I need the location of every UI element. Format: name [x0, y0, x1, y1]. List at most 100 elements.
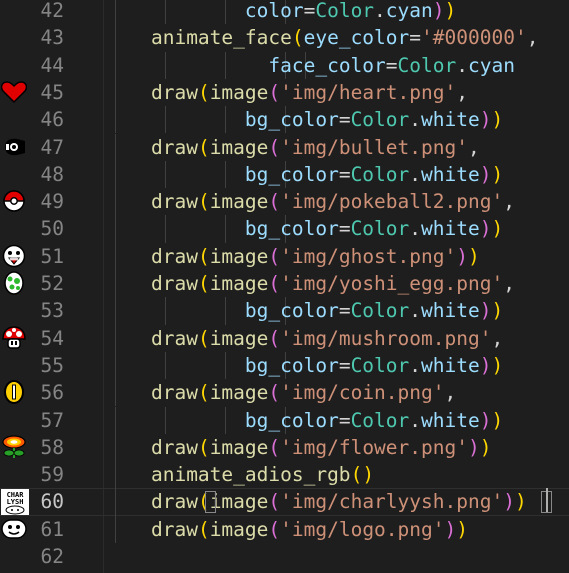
code-token: bg_color [244, 299, 339, 323]
code-token: ) [479, 162, 492, 186]
flower-icon [0, 434, 30, 461]
code-line-51[interactable]: 51 draw(image('img/ghost.png')) [0, 242, 569, 270]
code-token: ) [432, 0, 445, 22]
code-token: ( [268, 381, 281, 405]
line-number: 61 [40, 517, 64, 541]
code-token: ) [444, 517, 457, 541]
code-editor[interactable]: 42 color=Color.cyan)) 43 animate_face(eye… [0, 0, 569, 573]
code-token: image [209, 244, 269, 268]
code-line-49[interactable]: 49 draw(image('img/pokeball2.png', [0, 188, 569, 216]
code-line-46[interactable]: 46 bg_color=Color.white)) [0, 106, 569, 134]
code-token: color [244, 0, 304, 22]
code-token: . [409, 353, 422, 377]
code-token: ) [444, 0, 457, 22]
code-token: 'img/charlyysh.png' [280, 490, 504, 514]
code-token: = [338, 217, 351, 241]
line-number: 62 [40, 545, 64, 568]
code-token: = [303, 0, 316, 22]
line-number: 49 [40, 190, 64, 214]
code-line-57[interactable]: 57 bg_color=Color.white)) [0, 406, 569, 434]
code-token: bg_color [244, 408, 339, 432]
code-text: bg_color=Color.white)) [104, 215, 503, 242]
code-token: Color [350, 108, 410, 132]
code-text: bg_color=Color.white)) [104, 161, 503, 188]
code-line-53[interactable]: 53 bg_color=Color.white)) [0, 297, 569, 325]
code-line-43[interactable]: 43 animate_face(eye_color='#000000', [0, 24, 569, 52]
code-token: ) [491, 408, 504, 432]
code-token: ( [197, 135, 210, 159]
code-token: draw [150, 80, 198, 104]
code-token: ) [491, 108, 504, 132]
line-number: 50 [40, 217, 64, 241]
code-line-55[interactable]: 55 bg_color=Color.white)) [0, 351, 569, 380]
code-token: ( [197, 80, 210, 104]
code-line-56[interactable]: 56 draw(image('img/coin.png', [0, 379, 569, 407]
code-token: cyan [385, 0, 433, 22]
code-token: image [209, 381, 269, 405]
code-token: image [209, 517, 269, 541]
code-token: . [409, 162, 422, 186]
code-token: ) [491, 299, 504, 323]
code-token: image [209, 135, 269, 159]
code-token: Color [350, 217, 410, 241]
code-token: ( [268, 80, 281, 104]
code-token: cyan [467, 53, 515, 77]
code-token: draw [150, 244, 198, 268]
code-token: ) [491, 353, 504, 377]
code-token: . [409, 108, 422, 132]
code-line-54[interactable]: 54 draw(image('img/mushroom.png', [0, 324, 569, 352]
code-token: animate_face [150, 26, 292, 50]
code-token: ( [197, 435, 210, 459]
code-token: ) [467, 435, 480, 459]
code-token: ( [197, 517, 210, 541]
line-number: 56 [40, 381, 64, 405]
code-line-61[interactable]: 61 draw(image('img/logo.png')) [0, 515, 569, 543]
code-token: white [421, 353, 480, 377]
code-text: draw(image('img/bullet.png', [104, 134, 480, 161]
code-token: ( [268, 517, 281, 541]
code-token: . [409, 217, 422, 241]
svg-text:LYSH: LYSH [7, 498, 24, 506]
code-token: 'img/logo.png' [280, 517, 445, 541]
code-token: = [409, 26, 422, 50]
line-number: 44 [40, 53, 64, 77]
code-token: . [374, 0, 386, 22]
code-line-42[interactable]: 42 color=Color.cyan)) [0, 0, 569, 25]
pokeball-icon [0, 188, 30, 215]
code-token: ( [291, 26, 304, 50]
code-token: ) [456, 244, 468, 268]
code-line-52[interactable]: 52 draw(image('img/yoshi_egg.png', [0, 270, 569, 298]
code-line-44[interactable]: 44 face_color=Color.cyan [0, 51, 569, 79]
code-token: draw [150, 272, 198, 295]
code-token: ) [362, 463, 375, 487]
code-line-60[interactable]: CHAR LYSH 60 draw(image('img/charlyysh.png… [0, 488, 569, 516]
code-line-62[interactable]: 62 [0, 543, 569, 570]
code-token: ( [268, 326, 281, 350]
code-token: = [385, 53, 398, 77]
code-text: draw(image('img/flower.png')) [104, 434, 492, 461]
code-token: draw [150, 135, 198, 159]
code-line-50[interactable]: 50 bg_color=Color.white)) [0, 215, 569, 243]
code-token: , [526, 26, 539, 50]
code-line-58[interactable]: 58 draw(image('img/flower.png')) [0, 433, 569, 462]
code-line-45[interactable]: 45 draw(image('img/heart.png', [0, 78, 569, 107]
code-token: ) [491, 217, 504, 241]
line-number: 53 [40, 299, 64, 323]
code-token: . [456, 53, 468, 77]
code-token: ) [479, 217, 492, 241]
code-text: draw(image('img/charlyysh.png')) [104, 488, 527, 515]
code-token: = [338, 353, 351, 377]
code-line-59[interactable]: 59 animate_adios_rgb() [0, 461, 569, 489]
code-text: draw(image('img/ghost.png')) [104, 243, 480, 270]
code-token: white [421, 408, 480, 432]
coin-icon [0, 379, 30, 406]
code-line-47[interactable]: 47 draw(image('img/bullet.png', [0, 133, 569, 161]
logo-icon [0, 516, 30, 543]
code-token: ( [197, 381, 210, 405]
code-token: face_color [268, 53, 386, 77]
code-text: bg_color=Color.white)) [104, 106, 503, 133]
code-line-48[interactable]: 48 bg_color=Color.white)) [0, 160, 569, 189]
code-token: ) [479, 408, 492, 432]
code-token: , [491, 326, 504, 350]
code-token: = [338, 108, 351, 132]
